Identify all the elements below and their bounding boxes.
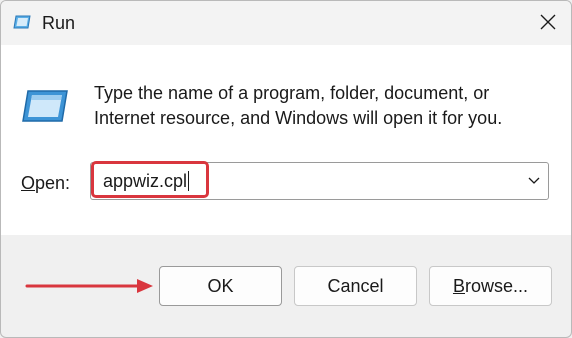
browse-accelerator: B (452, 276, 465, 296)
close-icon (540, 14, 556, 30)
run-app-icon (13, 15, 31, 29)
ok-button[interactable]: OK (159, 266, 282, 306)
browse-button-label: rowse... (464, 276, 529, 296)
chevron-down-icon[interactable] (528, 177, 540, 185)
browse-button[interactable]: Browse... (429, 266, 552, 306)
close-button[interactable] (525, 1, 571, 45)
ok-button-label: OK (207, 276, 234, 296)
dialog-content: Type the name of a program, folder, docu… (1, 45, 571, 235)
run-dialog: Run Type the name of a program, folder, … (0, 0, 572, 338)
cancel-button-label: Cancel (327, 276, 384, 296)
open-label-text: pen: (35, 173, 71, 193)
window-title: Run (42, 13, 76, 33)
cancel-button[interactable]: Cancel (294, 266, 417, 306)
dialog-description: Type the name of a program, folder, docu… (94, 81, 554, 131)
annotation-highlight-box (91, 161, 209, 198)
open-label: Open: (21, 173, 70, 194)
open-label-accelerator: O (21, 173, 36, 193)
run-program-icon (22, 90, 68, 122)
annotation-arrow-icon (25, 279, 153, 293)
title-bar: Run (1, 1, 571, 45)
description-line-1: Type the name of a program, folder, docu… (94, 83, 490, 103)
description-line-2: Internet resource, and Windows will open… (94, 108, 503, 128)
